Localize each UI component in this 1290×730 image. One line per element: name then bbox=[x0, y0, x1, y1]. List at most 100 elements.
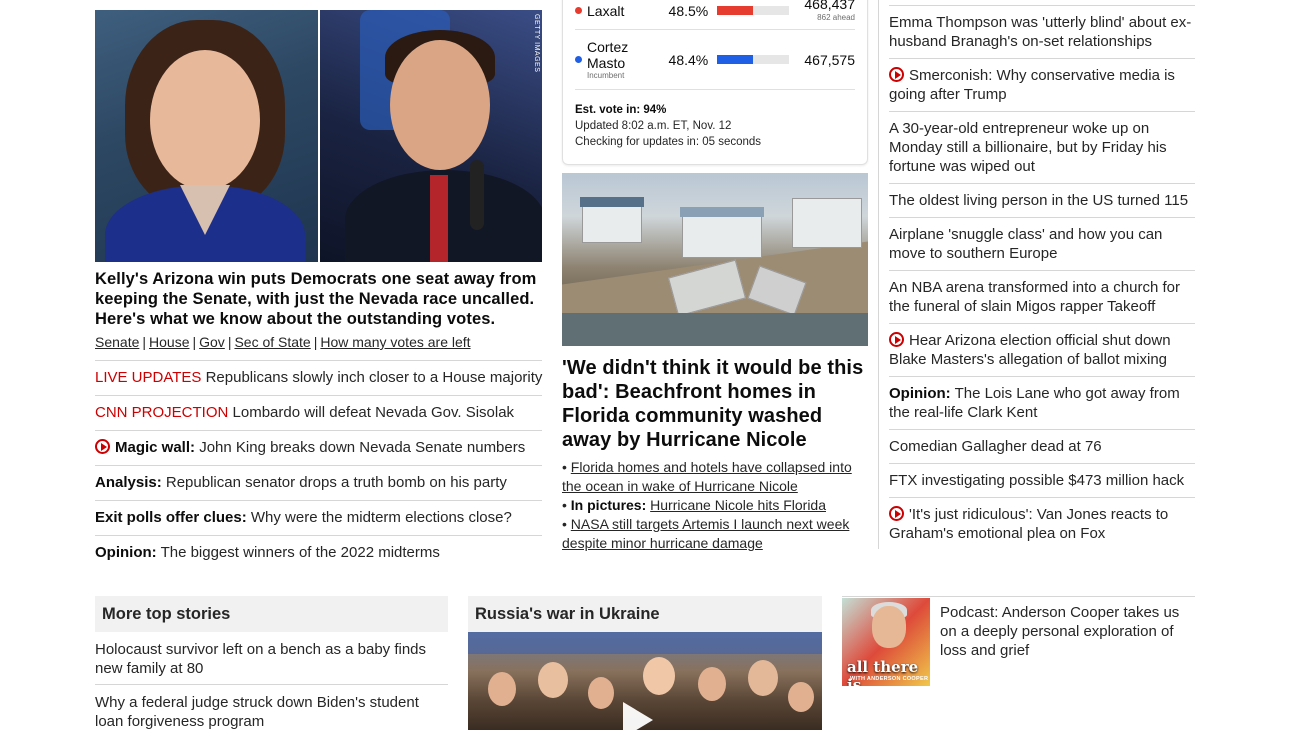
right-item-text: The oldest living person in the US turne… bbox=[889, 192, 1189, 209]
lead-item-text: The biggest winners of the 2022 midterms bbox=[160, 544, 440, 561]
updated-time: Updated 8:02 a.m. ET, Nov. 12 bbox=[575, 120, 732, 132]
lead-image[interactable]: GETTY IMAGES bbox=[95, 10, 542, 262]
incumbent-label: Incumbent bbox=[587, 70, 625, 80]
right-item-text: Hear Arizona election official shut down… bbox=[889, 332, 1171, 368]
lead-item-exit-polls[interactable]: Exit polls offer clues: Why were the mid… bbox=[95, 501, 542, 536]
sublink-gov[interactable]: Gov bbox=[199, 334, 225, 350]
right-item-text: Emma Thompson was 'utterly blind' about … bbox=[889, 14, 1192, 50]
lead-list: LIVE UPDATES Republicans slowly inch clo… bbox=[95, 361, 542, 570]
lead-item-magic-wall[interactable]: Magic wall: John King breaks down Nevada… bbox=[95, 431, 542, 466]
play-video-icon bbox=[889, 67, 904, 82]
right-item[interactable]: Hear Arizona election official shut down… bbox=[889, 324, 1195, 377]
right-item[interactable]: The oldest living person in the US turne… bbox=[889, 184, 1195, 218]
podcast-text[interactable]: Podcast: Anderson Cooper takes us on a d… bbox=[940, 603, 1195, 686]
podcast-promo[interactable]: all there is WITH ANDERSON COOPER Podcas… bbox=[842, 596, 1195, 686]
candidate-votes: 468,437 862 ahead bbox=[797, 0, 855, 25]
vote-bar-fill bbox=[716, 6, 754, 15]
podcast-artwork[interactable]: all there is WITH ANDERSON COOPER bbox=[842, 598, 930, 686]
right-item-text: An NBA arena transformed into a church f… bbox=[889, 279, 1180, 315]
lead-story: GETTY IMAGES Kelly's Arizona win puts De… bbox=[95, 10, 542, 570]
ukraine-section: Russia's war in Ukraine bbox=[468, 596, 822, 730]
right-item[interactable]: Airplane 'snuggle class' and how you can… bbox=[889, 218, 1195, 271]
sublink-house[interactable]: House bbox=[149, 334, 189, 350]
lead-item-text: Republicans slowly inch closer to a Hous… bbox=[205, 369, 543, 386]
vote-bar bbox=[716, 6, 790, 15]
candidate-row-cortez-masto: Cortez Masto Incumbent 48.4% 467,575 bbox=[575, 30, 855, 90]
candidate-pct: 48.5% bbox=[668, 2, 709, 19]
right-item[interactable]: An NBA arena transformed into a church f… bbox=[889, 271, 1195, 324]
election-results-box[interactable]: Laxalt 48.5% 468,437 862 ahead Cortez Mas… bbox=[562, 0, 868, 165]
florida-bullet-2[interactable]: Hurricane Nicole hits Florida bbox=[650, 497, 826, 513]
candidate-name: Cortez Masto Incumbent bbox=[587, 39, 669, 81]
florida-bullet-3[interactable]: NASA still targets Artemis I launch next… bbox=[562, 516, 849, 551]
lead-image-left bbox=[95, 10, 318, 262]
update-countdown: Checking for updates in: 05 seconds bbox=[575, 136, 762, 148]
right-column: Emma Thompson was 'utterly blind' about … bbox=[878, 0, 1195, 549]
ukraine-heading: Russia's war in Ukraine bbox=[468, 596, 822, 632]
lead-item-label: Opinion: bbox=[95, 544, 157, 561]
podcast-art-subtitle: WITH ANDERSON COOPER bbox=[850, 676, 929, 682]
right-item[interactable]: 'It's just ridiculous': Van Jones reacts… bbox=[889, 498, 1195, 550]
votes-count: 468,437 bbox=[804, 0, 855, 12]
sublink-senate[interactable]: Senate bbox=[95, 334, 139, 350]
candidate-votes: 467,575 bbox=[804, 51, 855, 68]
in-pictures-label: In pictures: bbox=[570, 497, 647, 513]
party-dot bbox=[575, 7, 582, 14]
lead-item-text: Why were the midterm elections close? bbox=[250, 509, 512, 526]
play-video-icon[interactable] bbox=[623, 702, 653, 730]
lead-item-text: Lombardo will defeat Nevada Gov. Sisolak bbox=[232, 404, 515, 421]
lead-item-live[interactable]: LIVE UPDATES Republicans slowly inch clo… bbox=[95, 361, 542, 396]
vote-bar bbox=[716, 55, 790, 64]
right-item[interactable]: Opinion: The Lois Lane who got away from… bbox=[889, 377, 1195, 430]
opinion-label: Opinion: bbox=[889, 385, 951, 402]
lead-item-text: Republican senator drops a truth bomb on… bbox=[165, 474, 507, 491]
right-item-text: Smerconish: Why conservative media is go… bbox=[889, 67, 1175, 103]
play-video-icon bbox=[889, 332, 904, 347]
election-meta: Est. vote in: 94% Updated 8:02 a.m. ET, … bbox=[575, 102, 855, 150]
more-top-stories: More top stories Holocaust survivor left… bbox=[95, 596, 448, 730]
lead-item-analysis[interactable]: Analysis: Republican senator drops a tru… bbox=[95, 466, 542, 501]
lead-item-opinion[interactable]: Opinion: The biggest winners of the 2022… bbox=[95, 536, 542, 570]
more-story-item[interactable]: Why a federal judge struck down Biden's … bbox=[95, 685, 448, 730]
lead-sublinks: Senate | House | Gov | Sec of State | How many v… bbox=[95, 334, 542, 361]
right-item-text: Airplane 'snuggle class' and how you can… bbox=[889, 226, 1163, 262]
lead-headline[interactable]: Kelly's Arizona win puts Democrats one s… bbox=[95, 269, 542, 329]
candidate-pct: 48.4% bbox=[668, 51, 709, 68]
more-story-item[interactable]: Holocaust survivor left on a bench as a … bbox=[95, 632, 448, 685]
sublink-sec-of-state[interactable]: Sec of State bbox=[234, 334, 310, 350]
right-item[interactable]: Comedian Gallagher dead at 76 bbox=[889, 430, 1195, 464]
vote-bar-fill bbox=[716, 55, 754, 64]
right-item-text: FTX investigating possible $473 million … bbox=[889, 472, 1185, 489]
florida-headline[interactable]: 'We didn't think it would be this bad': … bbox=[562, 356, 868, 452]
candidate-name-text: Cortez Masto bbox=[587, 38, 629, 71]
ukraine-video-thumbnail[interactable] bbox=[468, 632, 822, 730]
candidate-row-laxalt: Laxalt 48.5% 468,437 862 ahead bbox=[575, 0, 855, 30]
lead-item-label: Exit polls offer clues: bbox=[95, 509, 247, 526]
play-video-icon bbox=[95, 439, 110, 454]
est-vote: Est. vote in: 94% bbox=[575, 104, 667, 116]
projection-label: CNN PROJECTION bbox=[95, 404, 229, 421]
right-item[interactable]: Emma Thompson was 'utterly blind' about … bbox=[889, 6, 1195, 59]
florida-bullets: • Florida homes and hotels have collapse… bbox=[562, 459, 852, 551]
right-item-text: Comedian Gallagher dead at 76 bbox=[889, 438, 1102, 455]
right-item-text: 'It's just ridiculous': Van Jones reacts… bbox=[889, 506, 1169, 542]
lead-item-label: Magic wall: bbox=[115, 439, 196, 456]
image-credit: GETTY IMAGES bbox=[533, 14, 540, 73]
middle-column: Laxalt 48.5% 468,437 862 ahead Cortez Mas… bbox=[562, 0, 868, 553]
more-top-stories-heading: More top stories bbox=[95, 596, 448, 632]
play-video-icon bbox=[889, 506, 904, 521]
live-updates-label: LIVE UPDATES bbox=[95, 369, 202, 386]
candidate-name: Laxalt bbox=[587, 2, 625, 19]
lead-item-text: John King breaks down Nevada Senate numb… bbox=[199, 439, 526, 456]
votes-ahead: 862 ahead bbox=[817, 12, 855, 22]
right-item-text: A 30-year-old entrepreneur woke up on Mo… bbox=[889, 120, 1167, 175]
lead-item-label: Analysis: bbox=[95, 474, 162, 491]
lead-item-projection[interactable]: CNN PROJECTION Lombardo will defeat Neva… bbox=[95, 396, 542, 431]
florida-image[interactable] bbox=[562, 173, 868, 346]
sublink-votes-left[interactable]: How many votes are left bbox=[320, 334, 470, 350]
party-dot bbox=[575, 56, 582, 63]
right-item[interactable]: A 30-year-old entrepreneur woke up on Mo… bbox=[889, 112, 1195, 184]
right-item[interactable]: Smerconish: Why conservative media is go… bbox=[889, 59, 1195, 112]
right-item[interactable]: FTX investigating possible $473 million … bbox=[889, 464, 1195, 498]
florida-bullet-1[interactable]: Florida homes and hotels have collapsed … bbox=[562, 459, 852, 494]
